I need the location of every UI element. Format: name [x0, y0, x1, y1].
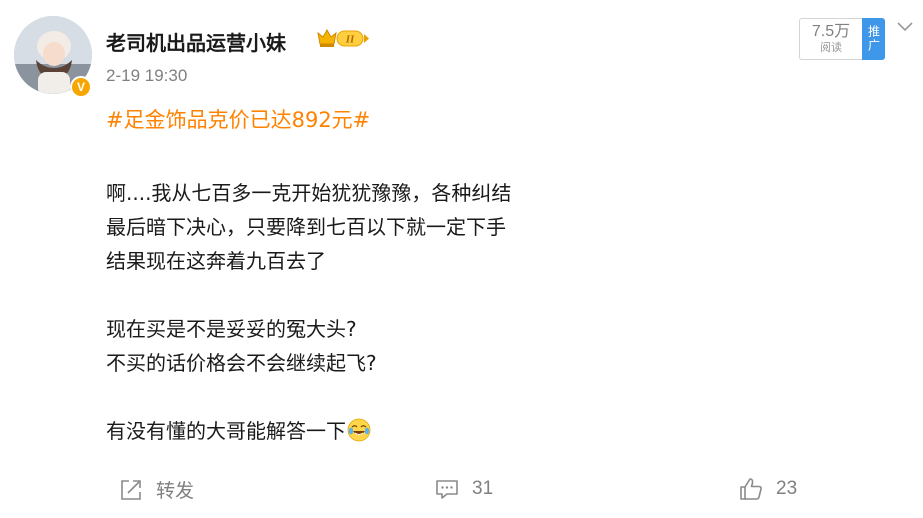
crying-laughing-emoji-icon [347, 418, 371, 442]
post-content: 啊....我从七百多一克开始犹犹豫豫，各种纠结 最后暗下决心，只要降到七百以下就… [106, 176, 511, 448]
like-button[interactable]: 23 [738, 476, 797, 502]
weibo-post: V 老司机出品运营小妹 II 2-19 19:30 7.5万 阅读 推广 #足金… [0, 0, 923, 518]
like-count: 23 [776, 478, 798, 499]
thumbs-up-icon [740, 478, 762, 500]
comment-count: 31 [472, 478, 494, 499]
topic-hashtag-link[interactable]: #足金饰品克价已达892元# [106, 104, 370, 134]
read-count: 7.5万 [811, 23, 851, 40]
content-line: 啊....我从七百多一克开始犹犹豫豫，各种纠结 [106, 181, 512, 205]
read-label: 阅读 [820, 41, 842, 54]
crown-rank-badge-icon[interactable]: II [315, 27, 371, 49]
read-counter: 7.5万 阅读 [799, 18, 862, 60]
content-line: 现在买是不是妥妥的冤大头? [106, 317, 357, 341]
post-time[interactable]: 2-19 19:30 [106, 66, 187, 86]
content-blank-line [106, 278, 511, 312]
promote-button[interactable]: 推广 [862, 18, 885, 60]
rank-badge-text: II [345, 34, 355, 46]
content-line-last: 有没有懂的大哥能解答一下 [106, 414, 511, 448]
content-blank-line [106, 380, 511, 414]
user-name[interactable]: 老司机出品运营小妹 [106, 27, 286, 56]
chevron-down-icon[interactable] [895, 16, 915, 36]
content-line-text: 有没有懂的大哥能解答一下 [106, 419, 346, 443]
content-line: 不买的话价格会不会继续起飞? [106, 351, 377, 375]
content-line: 结果现在这奔着九百去了 [106, 249, 326, 273]
repost-label: 转发 [156, 481, 195, 502]
comment-button[interactable]: 31 [434, 476, 493, 502]
comment-icon [436, 480, 458, 499]
verified-badge-icon: V [70, 76, 92, 98]
content-line: 最后暗下决心，只要降到七百以下就一定下手 [106, 215, 506, 239]
repost-icon [121, 479, 141, 500]
repost-button[interactable]: 转发 [118, 476, 194, 503]
